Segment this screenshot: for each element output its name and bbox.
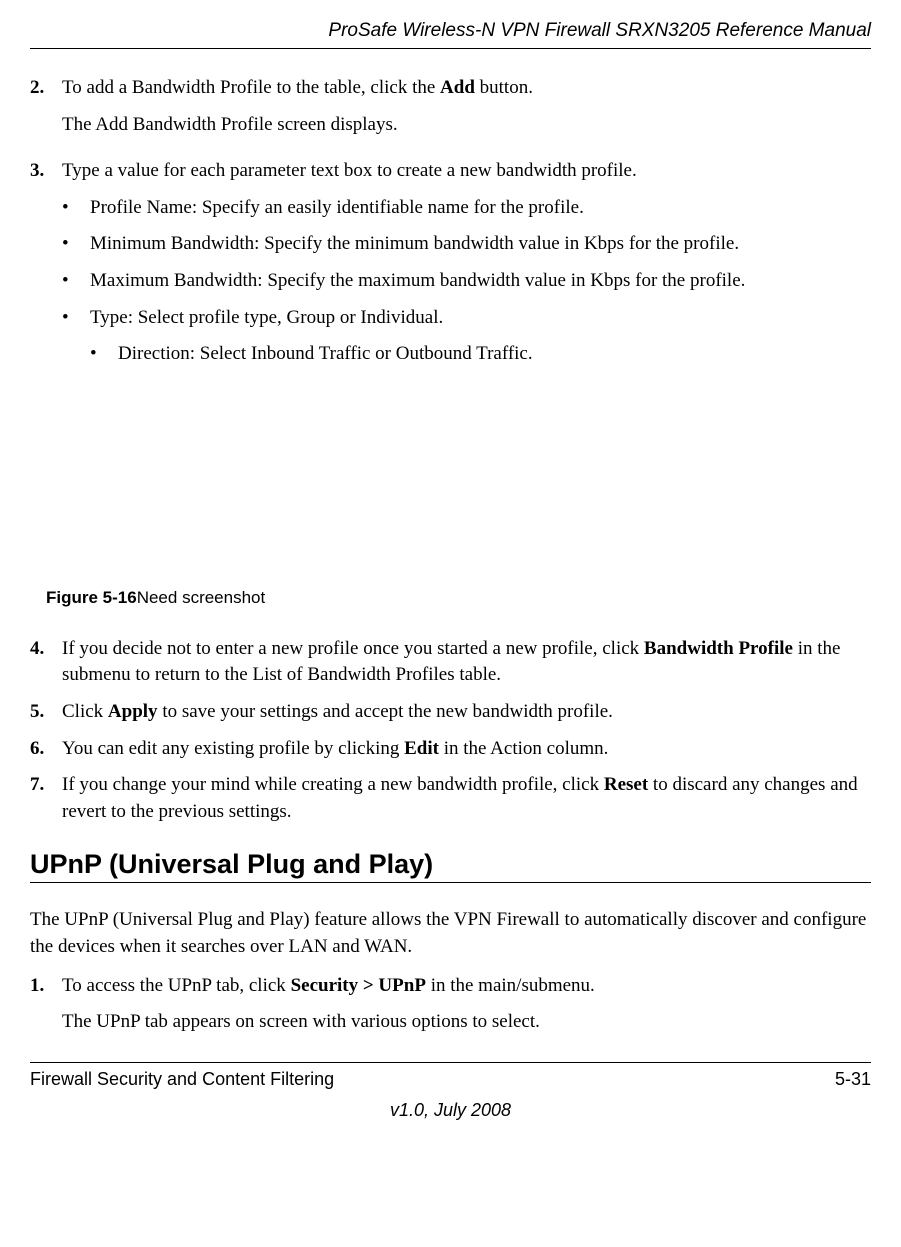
text: button. [475,77,533,98]
footer-left: Firewall Security and Content Filtering [30,1069,334,1090]
footer-row: Firewall Security and Content Filtering … [30,1069,871,1090]
step-number: 3. [30,158,62,185]
bullet-marker: • [62,231,90,258]
step-4: 4. If you decide not to enter a new prof… [30,636,871,689]
figure-placeholder [30,378,871,588]
body-paragraph: The UPnP (Universal Plug and Play) featu… [30,907,871,960]
text: You can edit any existing profile by cli… [62,738,404,759]
bold-text: Security > UPnP [291,975,426,996]
text: Type a value for each parameter text box… [62,160,637,181]
footer-right: 5-31 [835,1069,871,1090]
step-content: To access the UPnP tab, click Security >… [62,973,871,1046]
step-1-upnp: 1. To access the UPnP tab, click Securit… [30,973,871,1046]
figure-caption: Figure 5-16Need screenshot [46,588,871,608]
section-title: UPnP (Universal Plug and Play) [30,849,871,880]
bullet-item: • Profile Name: Specify an easily identi… [62,195,871,222]
step-5: 5. Click Apply to save your settings and… [30,699,871,726]
text: If you change your mind while creating a… [62,774,604,795]
text: If you decide not to enter a new profile… [62,638,644,659]
step-number: 5. [30,699,62,726]
bullet-marker: • [62,195,90,222]
step-number: 1. [30,973,62,1046]
step-number: 2. [30,75,62,148]
text: in the Action column. [439,738,608,759]
step-content: If you decide not to enter a new profile… [62,636,871,689]
text: in the main/submenu. [426,975,595,996]
footer-divider [30,1062,871,1063]
bullet-text: Direction: Select Inbound Traffic or Out… [118,341,533,368]
sub-paragraph: The UPnP tab appears on screen with vari… [62,1009,871,1036]
header-divider [30,48,871,49]
step-content: Click Apply to save your settings and ac… [62,699,871,726]
step-3: 3. Type a value for each parameter text … [30,158,871,185]
step-content: To add a Bandwidth Profile to the table,… [62,75,871,148]
step-content: If you change your mind while creating a… [62,772,871,825]
step-6: 6. You can edit any existing profile by … [30,736,871,763]
header-title: ProSafe Wireless-N VPN Firewall SRXN3205… [30,20,871,42]
figure-note: Need screenshot [137,588,266,607]
nested-bullet-item: • Direction: Select Inbound Traffic or O… [90,341,871,368]
bullet-marker: • [62,305,90,332]
bold-text: Apply [108,701,158,722]
step-number: 6. [30,736,62,763]
step-content: Type a value for each parameter text box… [62,158,871,185]
text: Click [62,701,108,722]
bullet-text: Profile Name: Specify an easily identifi… [90,195,584,222]
bold-text: Edit [404,738,439,759]
bold-text: Reset [604,774,648,795]
step-7: 7. If you change your mind while creatin… [30,772,871,825]
bullet-text: Maximum Bandwidth: Specify the maximum b… [90,268,745,295]
text: To access the UPnP tab, click [62,975,291,996]
document-page: ProSafe Wireless-N VPN Firewall SRXN3205… [0,0,901,1141]
bullet-marker: • [62,268,90,295]
bold-text: Add [440,77,475,98]
step-content: You can edit any existing profile by cli… [62,736,871,763]
figure-label: Figure 5-16 [46,588,137,607]
footer-center: v1.0, July 2008 [30,1100,871,1121]
bullet-marker: • [90,341,118,368]
step-number: 7. [30,772,62,825]
bullet-item: • Minimum Bandwidth: Specify the minimum… [62,231,871,258]
bold-text: Bandwidth Profile [644,638,793,659]
bullet-item: • Type: Select profile type, Group or In… [62,305,871,332]
section-divider [30,882,871,883]
sub-paragraph: The Add Bandwidth Profile screen display… [62,112,871,139]
bullet-text: Minimum Bandwidth: Specify the minimum b… [90,231,739,258]
text: to save your settings and accept the new… [158,701,613,722]
bullet-text: Type: Select profile type, Group or Indi… [90,305,443,332]
step-2: 2. To add a Bandwidth Profile to the tab… [30,75,871,148]
bullet-item: • Maximum Bandwidth: Specify the maximum… [62,268,871,295]
text: To add a Bandwidth Profile to the table,… [62,77,440,98]
step-number: 4. [30,636,62,689]
